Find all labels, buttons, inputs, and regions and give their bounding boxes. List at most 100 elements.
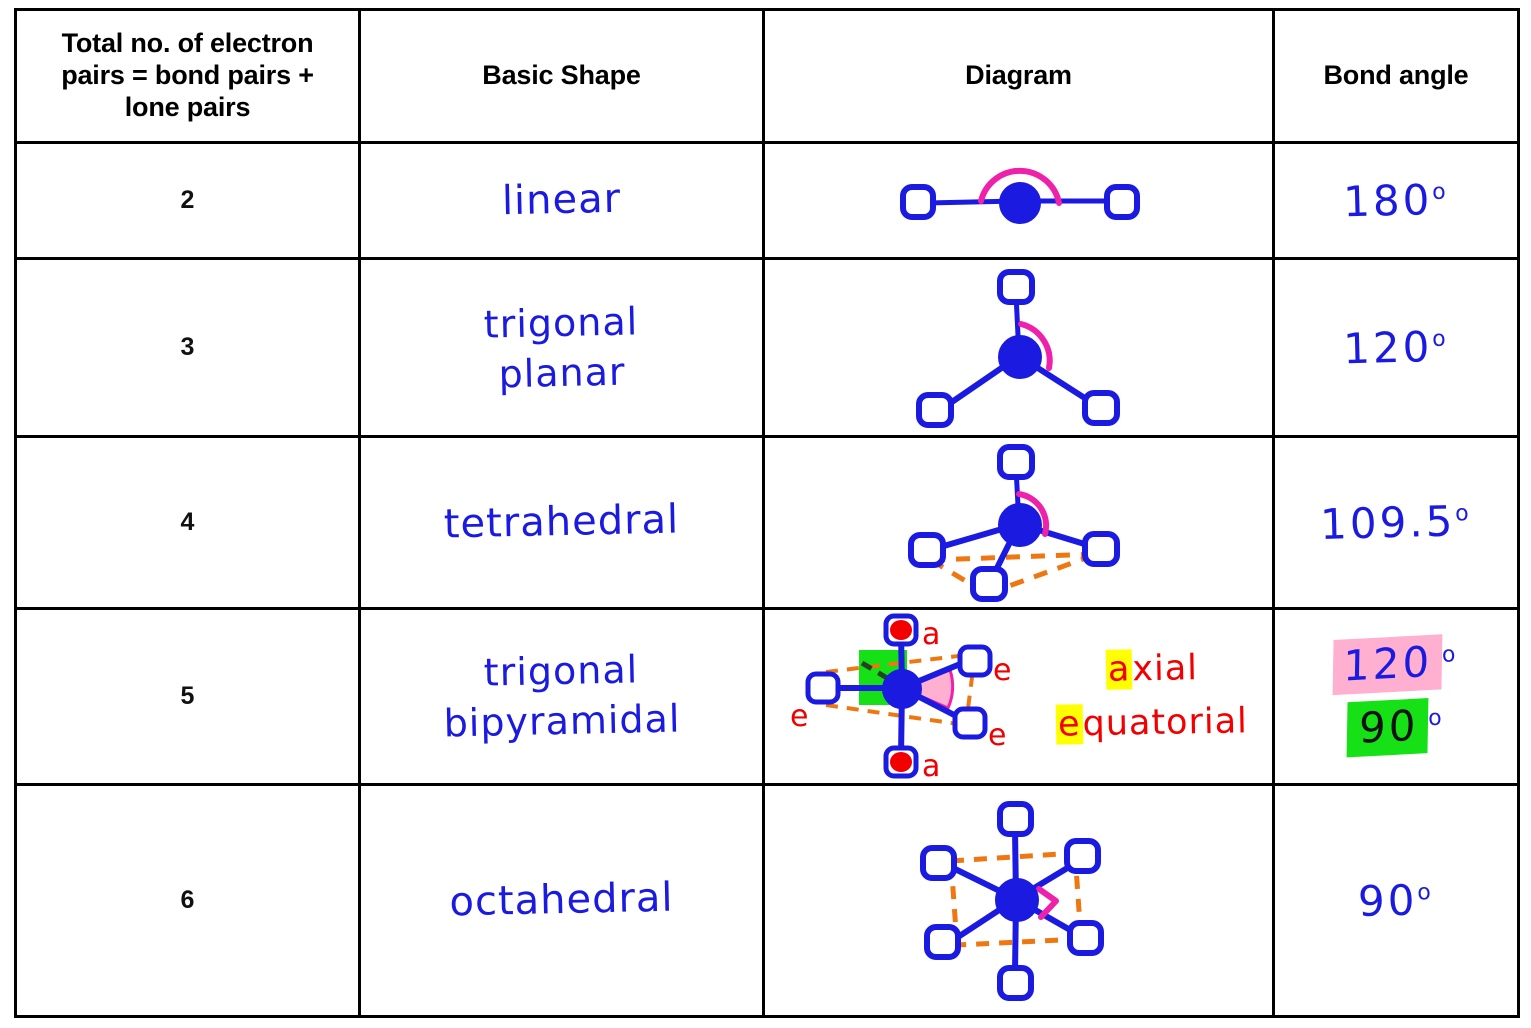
outer-atom-lower-right xyxy=(1081,389,1120,426)
label-axial-bottom: a xyxy=(922,749,940,782)
legend-axial-rest: xial xyxy=(1131,648,1198,690)
outer-atom-front xyxy=(969,565,1008,602)
central-atom xyxy=(997,334,1042,379)
cell-diagram xyxy=(762,435,1275,610)
trigonal-planar-molecule-diagram xyxy=(765,264,1272,432)
header-basic-shape: Basic Shape xyxy=(358,7,765,145)
degree-symbol: o xyxy=(1416,880,1435,906)
bond-angle-value-equatorial: 120 o xyxy=(1332,634,1459,696)
outer-atom-right xyxy=(1103,183,1140,220)
trigonal-bipyramidal-row-content: a a e e e axial equatorial xyxy=(765,610,1272,782)
table-row: 4 tetrahedral 109.5o xyxy=(14,435,1520,610)
outer-atom-lower-left xyxy=(915,391,954,428)
bond-angle-value: 180o xyxy=(1274,173,1517,228)
bond-angle-value-axial: 90 o xyxy=(1346,698,1446,758)
shape-label-line-1: trigonal xyxy=(483,298,639,347)
header-line-1: Total no. of electron xyxy=(61,28,314,59)
table-row: 2 linear 180o xyxy=(14,141,1520,260)
label-equatorial-upper-right: e xyxy=(993,653,1011,688)
tetrahedral-molecule-diagram xyxy=(765,442,1272,604)
shape-label-trigonal-planar: trigonal planar xyxy=(360,293,763,402)
cell-electron-pair-count: 6 xyxy=(14,783,361,1018)
shape-label-line-2: planar xyxy=(498,349,626,396)
axial-atom-bottom-fill xyxy=(889,752,912,773)
dashed-base-edge-top xyxy=(930,551,1097,563)
equatorial-atom-lower-right xyxy=(952,706,988,740)
table-row: 3 trigonal planar 120o xyxy=(14,256,1520,439)
header-line-3: lone pairs xyxy=(124,91,251,122)
axial-equatorial-legend: axial equatorial xyxy=(1055,648,1248,746)
shape-label-line-2: bipyramidal xyxy=(443,696,681,746)
outer-atom-bottom xyxy=(996,964,1034,1001)
label-equatorial-lower-right: e xyxy=(988,718,1006,753)
degree-symbol: o xyxy=(1454,501,1472,527)
cell-electron-pair-count: 4 xyxy=(14,435,361,610)
outer-atom-lower-left xyxy=(923,923,961,960)
cell-electron-pair-count: 5 xyxy=(14,606,361,787)
octahedral-molecule-svg xyxy=(919,800,1104,1001)
cell-diagram xyxy=(762,141,1275,260)
central-atom xyxy=(998,181,1041,224)
bond-angle-number-highlighted-green: 90 xyxy=(1346,698,1429,758)
worksheet-page: Total no. of electron pairs = bond pairs… xyxy=(0,0,1531,1028)
cell-bond-angle: 109.5o xyxy=(1272,435,1520,610)
central-atom xyxy=(994,877,1039,922)
table-header-row: Total no. of electron pairs = bond pairs… xyxy=(14,7,1520,145)
outer-atom-upper-left xyxy=(919,844,957,881)
outer-atom-left xyxy=(907,531,946,568)
central-atom xyxy=(881,669,922,710)
bond-angle-number-highlighted-pink: 120 xyxy=(1332,634,1443,696)
label-axial-top: a xyxy=(922,617,940,652)
label-equatorial-left: e xyxy=(790,699,808,734)
header-bond-angle: Bond angle xyxy=(1272,7,1520,145)
central-atom xyxy=(997,502,1042,547)
cell-bond-angle: 90o xyxy=(1272,783,1520,1018)
cell-electron-pair-count: 3 xyxy=(14,256,361,439)
bond-angle-marker xyxy=(1035,885,1059,920)
cell-basic-shape: trigonal bipyramidal xyxy=(358,606,765,787)
trigonal-bipyramidal-molecule-svg: a a e e e xyxy=(790,613,1011,782)
cell-diagram xyxy=(762,783,1275,1018)
shape-label-linear: linear xyxy=(501,175,622,225)
degree-symbol: o xyxy=(1431,179,1449,206)
cell-diagram: a a e e e axial equatorial xyxy=(762,606,1275,787)
table-row: 5 trigonal bipyramidal a a e e e axial e… xyxy=(14,606,1520,787)
degree-symbol: o xyxy=(1431,326,1449,353)
bond-angle-value: 109.5o xyxy=(1274,495,1517,550)
outer-atom-left xyxy=(899,183,936,220)
cell-diagram xyxy=(762,256,1275,439)
cell-basic-shape: trigonal planar xyxy=(358,256,765,439)
cell-basic-shape: linear xyxy=(358,141,765,260)
trigonal-bipyramidal-molecule-diagram: a a e e e xyxy=(790,610,1030,782)
legend-equatorial: equatorial xyxy=(1055,702,1248,746)
outer-atom-top xyxy=(996,800,1034,837)
cell-bond-angle: 120o xyxy=(1272,256,1520,439)
bond-angle-group: 120 o 90 o xyxy=(1275,634,1517,758)
axial-atom-top-fill xyxy=(889,620,912,641)
bond-angle-number: 109.5 xyxy=(1319,496,1457,550)
shape-label-tetrahedral: tetrahedral xyxy=(443,496,680,548)
dashed-edge-bottom xyxy=(956,936,1081,948)
outer-atom-top xyxy=(996,443,1035,480)
shape-label-line-1: trigonal xyxy=(483,647,639,695)
linear-molecule-svg xyxy=(899,167,1140,224)
shape-label-octahedral: octahedral xyxy=(448,874,674,926)
degree-symbol: o xyxy=(1441,642,1459,669)
bond-angle-value: 90o xyxy=(1274,873,1517,928)
legend-axial: axial xyxy=(1055,648,1247,691)
header-diagram: Diagram xyxy=(762,7,1275,145)
shape-label-trigonal-bipyramidal: trigonal bipyramidal xyxy=(360,642,763,751)
trigonal-planar-molecule-svg xyxy=(915,268,1120,428)
bond-angle-number: 120 xyxy=(1342,322,1433,374)
cell-basic-shape: tetrahedral xyxy=(358,435,765,610)
cell-bond-angle: 120 o 90 o xyxy=(1272,606,1520,787)
legend-equatorial-key: e xyxy=(1055,704,1083,746)
degree-symbol: o xyxy=(1427,706,1446,732)
outer-atom-top xyxy=(996,268,1035,305)
cell-bond-angle: 180o xyxy=(1272,141,1520,260)
outer-atom-right xyxy=(1081,530,1120,567)
cell-basic-shape: octahedral xyxy=(358,783,765,1018)
cell-electron-pair-count: 2 xyxy=(14,141,361,260)
octahedral-molecule-diagram xyxy=(765,791,1272,1011)
equatorial-atom-upper-right xyxy=(957,644,993,678)
